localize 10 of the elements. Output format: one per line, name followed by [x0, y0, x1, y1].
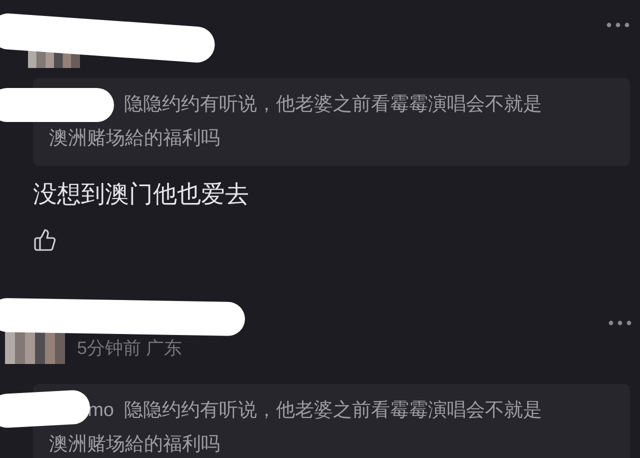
quote-text: 澳洲赌场給的福利吗 [49, 432, 220, 457]
quote-text: 澳洲赌场給的福利吗 [49, 126, 220, 151]
comment-text: 没想到澳门他也爱去 [33, 180, 250, 210]
quote-author: mo [88, 398, 114, 423]
more-icon[interactable] [608, 320, 632, 326]
like-icon[interactable] [33, 228, 57, 252]
quote-text: 隐隐约约有听说，他老婆之前看霉霉演唱会不就是 [124, 92, 542, 117]
comment-meta: 5分钟前 广东 [77, 337, 182, 360]
more-icon[interactable] [606, 22, 630, 28]
quote-text: 隐隐约约有听说，他老婆之前看霉霉演唱会不就是 [124, 398, 542, 423]
